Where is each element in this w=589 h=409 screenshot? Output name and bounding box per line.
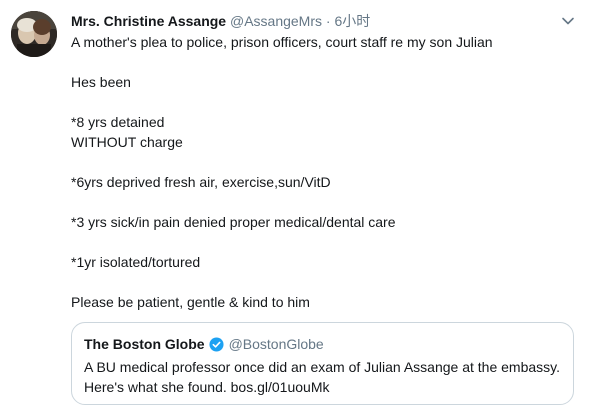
- quoted-display-name: The Boston Globe: [84, 336, 205, 352]
- quoted-tweet-header: The Boston Globe @BostonGlobe: [84, 335, 324, 353]
- verified-badge-icon: [209, 336, 224, 352]
- avatar-photo: [11, 11, 57, 57]
- tweet-line: *6yrs deprived fresh air, exercise,sun/V…: [71, 174, 331, 190]
- quoted-tweet[interactable]: The Boston Globe @BostonGlobe A BU medic…: [71, 322, 574, 405]
- quoted-line: Here's what she found. bos.gl/01uouMk: [84, 379, 330, 395]
- quoted-user-handle: @BostonGlobe: [228, 336, 324, 352]
- avatar[interactable]: [11, 11, 57, 57]
- tweet-line: A mother's plea to police, prison office…: [71, 34, 493, 50]
- tweet-line: *1yr isolated/tortured: [71, 254, 201, 270]
- tweet-line: WITHOUT charge: [71, 134, 183, 150]
- tweet-line: *3 yrs sick/in pain denied proper medica…: [71, 214, 396, 230]
- tweet-timestamp[interactable]: 6小时: [334, 13, 370, 29]
- chevron-down-icon[interactable]: [561, 14, 575, 28]
- display-name[interactable]: Mrs. Christine Assange: [71, 13, 226, 29]
- user-handle[interactable]: @AssangeMrs: [230, 13, 322, 29]
- tweet-header: Mrs. Christine Assange @AssangeMrs · 6小时: [71, 12, 549, 30]
- separator-dot: ·: [325, 13, 331, 29]
- tweet[interactable]: Mrs. Christine Assange @AssangeMrs · 6小时…: [0, 0, 589, 409]
- tweet-line: Hes been: [71, 74, 131, 90]
- tweet-line: Please be patient, gentle & kind to him: [71, 294, 310, 310]
- quoted-tweet-text: A BU medical professor once did an exam …: [84, 357, 564, 397]
- tweet-text: A mother's plea to police, prison office…: [71, 32, 571, 312]
- quoted-line: A BU medical professor once did an exam …: [84, 359, 560, 375]
- tweet-line: *8 yrs detained: [71, 114, 165, 130]
